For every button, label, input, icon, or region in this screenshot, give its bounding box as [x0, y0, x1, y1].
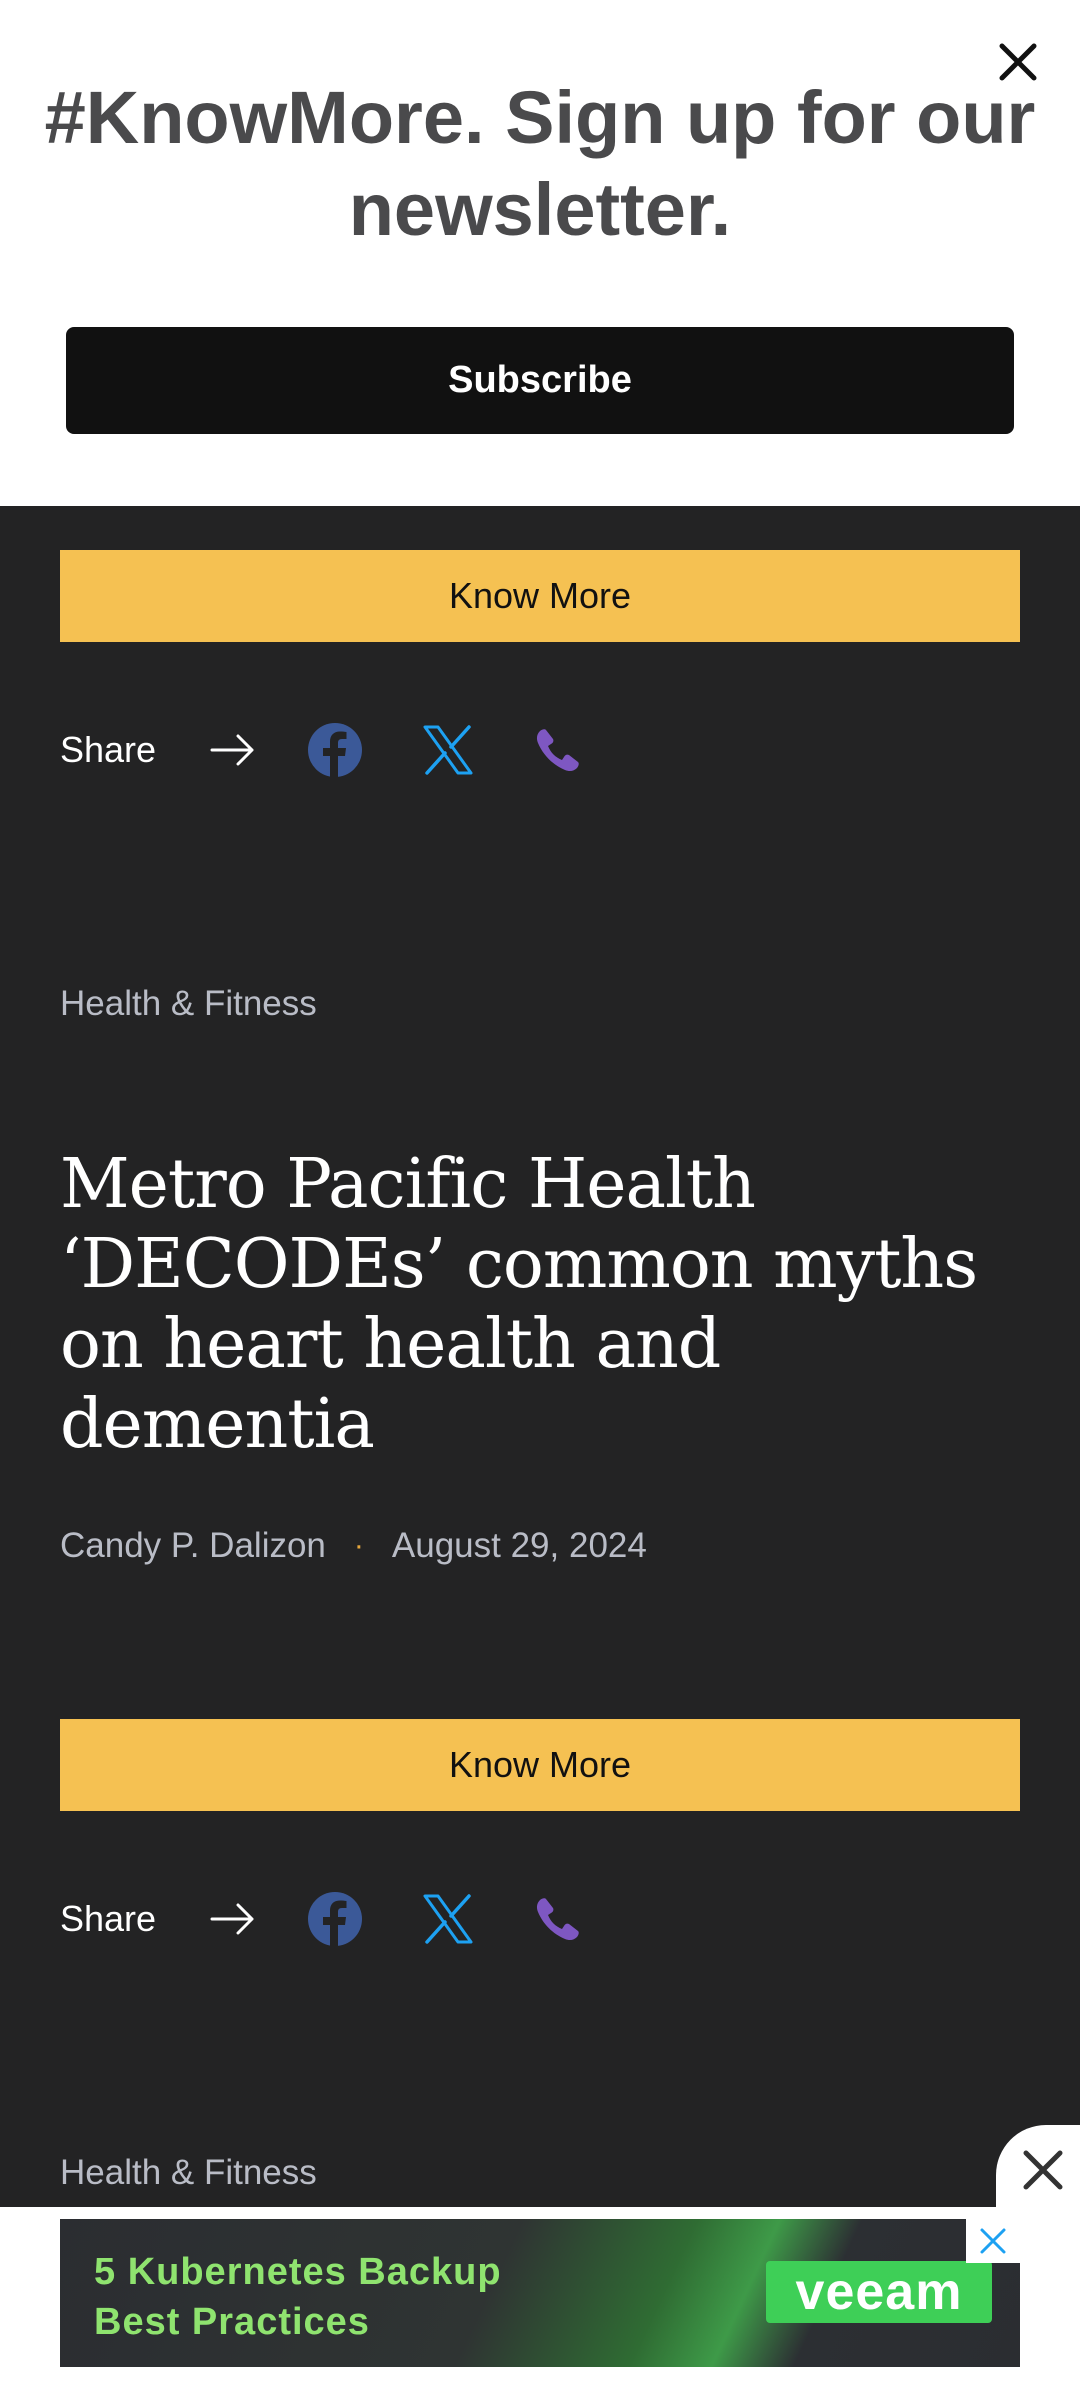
- phone-icon[interactable]: [534, 726, 582, 774]
- ad-line-1: 5 Kubernetes Backup: [94, 2251, 502, 2293]
- arrow-right-icon: [210, 1903, 254, 1935]
- newsletter-title: #KnowMore. Sign up for our newsletter.: [44, 76, 1036, 251]
- author-name[interactable]: Candy P. Dalizon: [60, 1526, 326, 1566]
- share-row: Share: [60, 1884, 620, 1954]
- publish-date: August 29, 2024: [391, 1526, 647, 1565]
- ad-line-2: Best Practices: [94, 2301, 370, 2343]
- arrow-right-icon: [210, 734, 254, 766]
- close-icon: [980, 2228, 1006, 2254]
- x-twitter-icon[interactable]: [422, 724, 474, 776]
- byline-separator: ·: [353, 1529, 364, 1562]
- x-twitter-icon[interactable]: [422, 1893, 474, 1945]
- veeam-logo: veeam: [766, 2261, 992, 2323]
- category-label[interactable]: Health & Fitness: [60, 2153, 317, 2193]
- close-icon: [1023, 2150, 1063, 2190]
- phone-icon[interactable]: [534, 1895, 582, 1943]
- know-more-button[interactable]: Know More: [60, 550, 1020, 642]
- newsletter-banner: #KnowMore. Sign up for our newsletter. S…: [0, 0, 1080, 506]
- byline: Candy P. Dalizon · August 29, 2024: [60, 1526, 647, 1566]
- article-title[interactable]: Metro Pacific Health ‘DECODEs’ common my…: [60, 1145, 1020, 1465]
- share-label: Share: [60, 729, 157, 770]
- facebook-icon[interactable]: [307, 1891, 363, 1947]
- ad-banner[interactable]: 5 Kubernetes Backup Best Practices veeam: [60, 2219, 1020, 2367]
- share-row: Share: [60, 715, 620, 785]
- share-label: Share: [60, 1898, 157, 1939]
- facebook-icon[interactable]: [307, 722, 363, 778]
- category-label[interactable]: Health & Fitness: [60, 984, 317, 1024]
- ad-collapse-button[interactable]: [996, 2125, 1080, 2215]
- subscribe-button[interactable]: Subscribe: [66, 327, 1014, 434]
- ad-close-button[interactable]: [966, 2219, 1020, 2263]
- ad-headline: 5 Kubernetes Backup Best Practices: [94, 2247, 502, 2347]
- know-more-button[interactable]: Know More: [60, 1719, 1020, 1811]
